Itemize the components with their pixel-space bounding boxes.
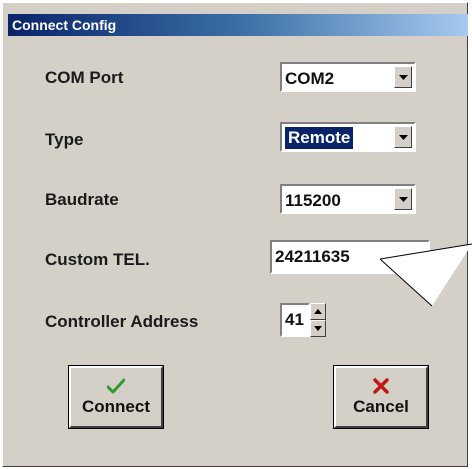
com-port-label: COM Port: [45, 68, 124, 87]
connect-button-label: Connect: [82, 397, 150, 416]
checkmark-icon: [107, 378, 125, 394]
custom-tel-label: Custom TEL.: [45, 250, 150, 269]
com-port-value: COM2: [285, 69, 335, 88]
cancel-button-label: Cancel: [353, 397, 409, 416]
spin-up-button[interactable]: [310, 303, 326, 320]
chevron-down-icon: [399, 197, 408, 202]
type-dropdown-button[interactable]: [394, 126, 412, 148]
controller-address-input[interactable]: 41: [280, 303, 310, 337]
baudrate-value: 115200: [285, 191, 341, 210]
title-bar[interactable]: Connect Config: [8, 14, 468, 36]
chevron-down-icon: [399, 75, 408, 80]
cancel-button[interactable]: Cancel: [333, 365, 429, 429]
type-value: Remote: [283, 126, 355, 150]
baudrate-label: Baudrate: [45, 190, 119, 209]
x-icon: [373, 378, 389, 394]
baudrate-select[interactable]: 115200: [280, 184, 416, 214]
com-port-select[interactable]: COM2: [280, 62, 416, 92]
arrow-down-icon: [314, 326, 322, 331]
window-title: Connect Config: [12, 17, 117, 33]
chevron-down-icon: [399, 135, 408, 140]
arrow-up-icon: [314, 309, 322, 314]
controller-address-spinner[interactable]: [310, 303, 326, 337]
controller-address-label: Controller Address: [45, 312, 199, 331]
baudrate-dropdown-button[interactable]: [394, 188, 412, 210]
controller-address-value: 41: [285, 310, 304, 329]
callout-pointer-shape: [380, 243, 472, 307]
custom-tel-value: 24211635: [275, 247, 350, 266]
com-port-dropdown-button[interactable]: [394, 66, 412, 88]
spin-down-button[interactable]: [310, 320, 326, 337]
connect-button[interactable]: Connect: [68, 365, 164, 429]
type-label: Type: [45, 130, 84, 149]
type-select[interactable]: Remote: [280, 122, 416, 152]
